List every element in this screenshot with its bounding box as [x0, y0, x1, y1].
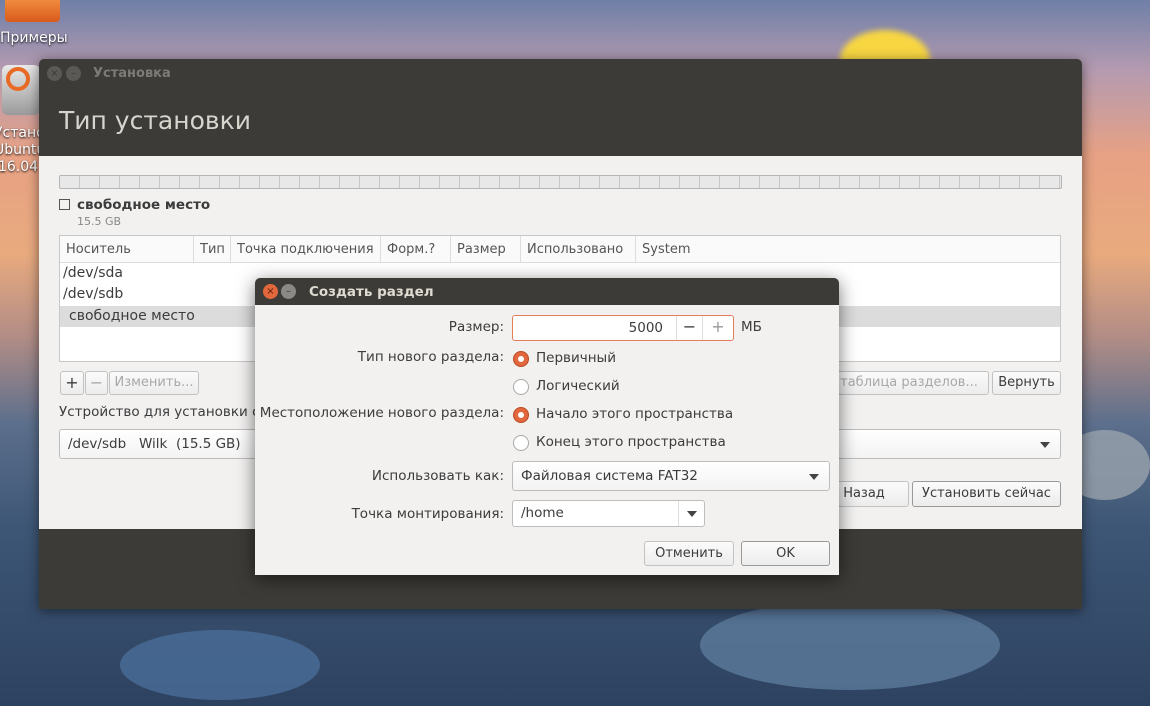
- revert-button[interactable]: Вернуть: [992, 371, 1061, 395]
- mount-point-combo[interactable]: /home: [512, 500, 705, 527]
- boot-device-label: Устройство для установки с: [59, 404, 259, 420]
- window-title: Установка: [93, 66, 171, 81]
- mount-point-label: Точка монтирования:: [351, 506, 504, 522]
- desktop-icon-installer[interactable]: Устано Ubuntu 16.04: [0, 125, 42, 177]
- radio-logical[interactable]: [513, 379, 529, 395]
- col-system[interactable]: System: [636, 236, 1060, 263]
- size-spinner[interactable]: 5000 − +: [512, 315, 734, 341]
- use-as-value: Файловая система FAT32: [521, 468, 698, 484]
- radio-beginning[interactable]: [513, 407, 529, 423]
- mount-dropdown-button[interactable]: [678, 501, 704, 526]
- close-icon[interactable]: ×: [263, 284, 278, 299]
- size-unit: МБ: [741, 319, 762, 335]
- col-size[interactable]: Размер: [451, 236, 521, 263]
- boot-device-value: /dev/sdb Wilk (15.5 GB): [68, 436, 241, 452]
- free-space-label: свободное место: [77, 197, 211, 213]
- page-title: Тип установки: [59, 106, 251, 135]
- add-partition-button[interactable]: +: [60, 371, 84, 395]
- minimize-icon[interactable]: –: [281, 284, 296, 299]
- primary-option[interactable]: Первичный: [536, 350, 616, 366]
- chevron-down-icon: [809, 474, 819, 480]
- cancel-button[interactable]: Отменить: [644, 541, 734, 566]
- col-mount[interactable]: Точка подключения: [231, 236, 381, 263]
- end-option[interactable]: Конец этого пространства: [536, 434, 726, 450]
- use-as-select[interactable]: Файловая система FAT32: [512, 461, 830, 491]
- logical-option[interactable]: Логический: [536, 378, 620, 394]
- wallpaper-pebble: [700, 600, 1000, 690]
- increment-button[interactable]: +: [702, 316, 733, 340]
- create-partition-dialog: × – Создать раздел Размер: 5000 − + МБ Т…: [255, 278, 839, 575]
- use-as-label: Использовать как:: [371, 468, 504, 484]
- free-space-size: 15.5 GB: [77, 215, 122, 228]
- install-now-button[interactable]: Установить сейчас: [912, 481, 1061, 507]
- examples-folder-icon[interactable]: [5, 0, 60, 22]
- remove-partition-button[interactable]: −: [85, 371, 108, 395]
- col-device[interactable]: Носитель: [60, 236, 194, 263]
- dialog-title: Создать раздел: [309, 284, 434, 300]
- col-type[interactable]: Тип: [194, 236, 231, 263]
- change-partition-button[interactable]: Изменить...: [109, 371, 199, 395]
- minimize-icon[interactable]: –: [66, 66, 81, 81]
- location-label: Местоположение нового раздела:: [259, 405, 504, 421]
- ok-button[interactable]: OK: [741, 541, 830, 566]
- partition-type-label: Тип нового раздела:: [357, 349, 504, 365]
- close-icon[interactable]: ×: [47, 66, 62, 81]
- wallpaper-pebble: [120, 630, 320, 700]
- size-label: Размер:: [448, 319, 504, 335]
- beginning-option[interactable]: Начало этого пространства: [536, 406, 733, 422]
- new-partition-table-button[interactable]: таблица разделов...: [829, 371, 989, 395]
- desktop-icon-examples[interactable]: Примеры: [0, 30, 68, 46]
- mount-point-input[interactable]: /home: [521, 505, 564, 521]
- radio-primary[interactable]: [513, 351, 529, 367]
- dialog-titlebar: × – Создать раздел: [255, 278, 839, 305]
- size-input[interactable]: 5000: [629, 320, 663, 336]
- decrement-button[interactable]: −: [676, 316, 702, 340]
- chevron-down-icon: [1040, 442, 1050, 448]
- free-space-swatch: [59, 199, 70, 210]
- partition-bar: [59, 175, 1062, 189]
- col-format[interactable]: Форм.?: [381, 236, 451, 263]
- radio-end[interactable]: [513, 435, 529, 451]
- col-used[interactable]: Использовано: [521, 236, 636, 263]
- chevron-down-icon: [687, 511, 697, 517]
- installer-icon[interactable]: [2, 65, 40, 115]
